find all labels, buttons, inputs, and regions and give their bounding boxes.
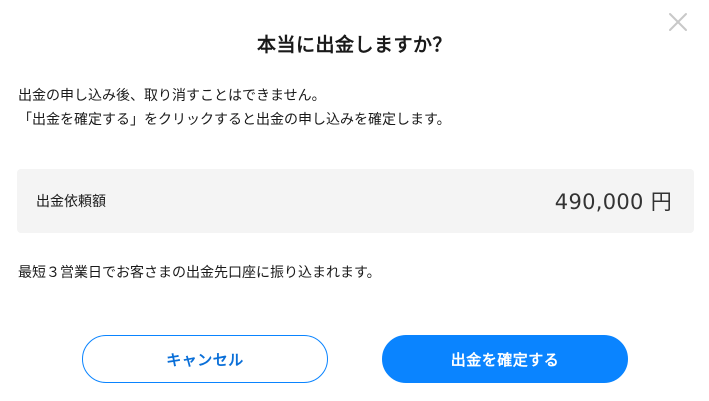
- dialog-description: 出金の申し込み後、取り消すことはできません。 「出金を確定する」をクリックすると…: [18, 84, 698, 132]
- description-line: 「出金を確定する」をクリックすると出金の申し込みを確定します。: [18, 112, 451, 128]
- withdrawal-amount-panel: 出金依頼額 490,000 円: [17, 169, 694, 233]
- transfer-note: 最短３営業日でお客さまの出金先口座に振り込まれます。: [18, 265, 381, 281]
- close-icon: [669, 13, 687, 31]
- description-line: 出金の申し込み後、取り消すことはできません。: [18, 88, 326, 104]
- amount-label: 出金依頼額: [36, 194, 106, 210]
- cancel-button[interactable]: キャンセル: [82, 335, 328, 383]
- confirm-withdrawal-button[interactable]: 出金を確定する: [382, 335, 628, 383]
- dialog-title: 本当に出金しますか？: [256, 34, 452, 56]
- withdrawal-confirm-dialog: 本当に出金しますか？ 出金の申し込み後、取り消すことはできません。 「出金を確定…: [0, 0, 709, 401]
- amount-value: 490,000 円: [554, 190, 672, 214]
